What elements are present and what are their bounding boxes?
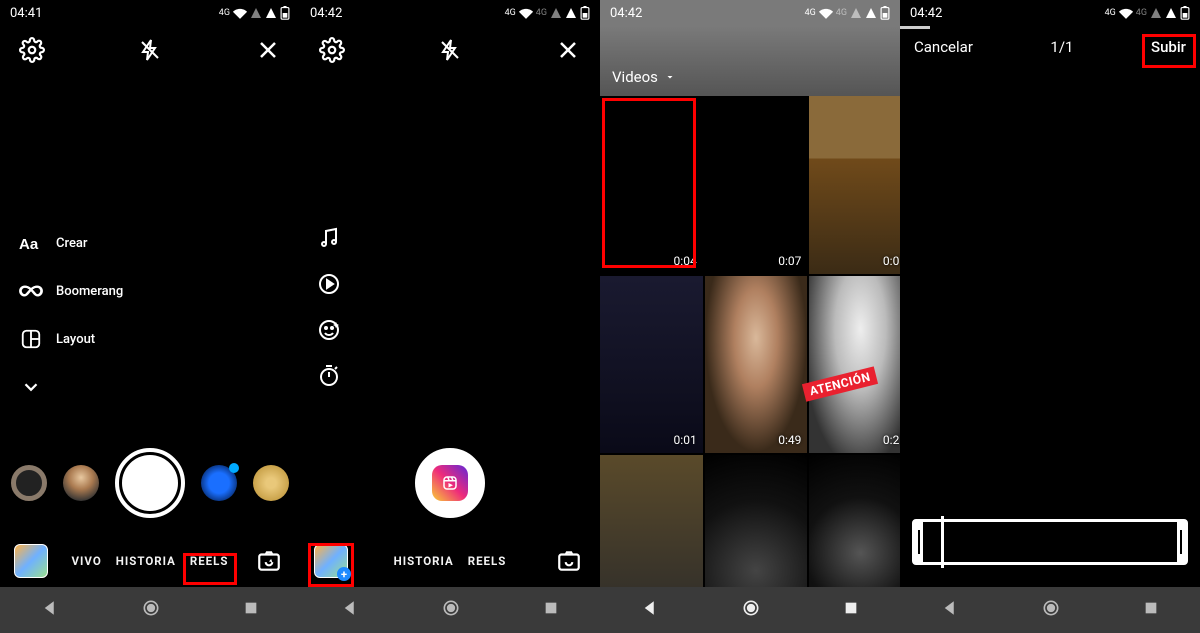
panel-camera-story: 04:41 4G Aa Crear Bo	[0, 0, 300, 633]
nav-recent-icon[interactable]	[543, 600, 559, 620]
highlight-reels	[183, 553, 237, 585]
video-thumb[interactable]: 0:49	[705, 276, 808, 454]
panel-gallery-picker: 04:42 4G 4G Videos 0:04 0:07 0:05 0:01 0…	[600, 0, 900, 633]
nav-home-icon[interactable]	[1041, 598, 1061, 622]
highlight-gallery	[308, 543, 354, 587]
playhead[interactable]	[941, 516, 944, 568]
nav-recent-icon[interactable]	[1143, 600, 1159, 620]
nav-back-icon[interactable]	[341, 599, 359, 621]
tool-create[interactable]: Aa Crear	[18, 230, 123, 256]
android-nav	[300, 587, 600, 633]
tool-expand[interactable]	[18, 374, 123, 400]
music-icon[interactable]	[316, 225, 342, 251]
nav-home-icon[interactable]	[741, 598, 761, 622]
chevron-down-icon	[18, 374, 44, 400]
tool-layout[interactable]: Layout	[18, 326, 123, 352]
tool-label: Boomerang	[56, 284, 123, 299]
android-nav	[600, 587, 900, 633]
atencion-label: ATENCIÓN	[802, 366, 878, 401]
flash-off-icon[interactable]	[436, 36, 464, 64]
caret-down-icon	[664, 71, 676, 83]
status-icons: 4G 4G	[505, 6, 590, 20]
status-icons: 4G 4G	[1105, 6, 1190, 20]
tool-label: Crear	[56, 236, 88, 251]
close-icon[interactable]	[254, 36, 282, 64]
folder-label: Videos	[612, 68, 658, 86]
text-aa-icon: Aa	[18, 230, 44, 256]
trim-handle-left[interactable]	[915, 522, 923, 562]
settings-icon[interactable]	[318, 36, 346, 64]
flash-off-icon[interactable]	[136, 36, 164, 64]
trim-handle-right[interactable]	[1177, 522, 1185, 562]
timer-icon[interactable]	[316, 363, 342, 389]
reels-icon	[432, 465, 468, 501]
video-thumb[interactable]: 0:01	[600, 276, 703, 454]
clock: 04:42	[910, 6, 942, 21]
nav-back-icon[interactable]	[941, 599, 959, 621]
nav-recent-icon[interactable]	[843, 600, 859, 620]
reels-shutter-button[interactable]	[415, 448, 485, 518]
cancel-button[interactable]: Cancelar	[914, 38, 973, 56]
panel-trim-upload: 04:42 4G 4G Cancelar 1/1 Subir	[900, 0, 1200, 633]
highlight-thumb	[602, 98, 696, 268]
android-nav	[900, 587, 1200, 633]
nav-home-icon[interactable]	[141, 598, 161, 622]
folder-dropdown[interactable]: Videos	[612, 68, 676, 86]
filter-avatar[interactable]	[63, 465, 99, 501]
speed-icon[interactable]	[316, 271, 342, 297]
tab-story[interactable]: HISTORIA	[394, 554, 454, 568]
layout-icon	[18, 326, 44, 352]
status-bar: 04:42 4G 4G	[900, 0, 1200, 26]
switch-camera-icon[interactable]	[252, 544, 286, 578]
status-bar: 04:42 4G 4G	[600, 0, 900, 26]
highlight-upload	[1142, 34, 1196, 68]
tool-label: Layout	[56, 332, 95, 347]
clip-counter: 1/1	[1050, 38, 1073, 56]
status-bar: 04:41 4G	[0, 0, 300, 26]
nav-back-icon[interactable]	[641, 599, 659, 621]
settings-icon[interactable]	[18, 36, 46, 64]
effects-icon[interactable]	[316, 317, 342, 343]
tab-reels[interactable]: REELS	[468, 554, 507, 568]
android-nav	[0, 587, 300, 633]
filter-thumb[interactable]	[11, 465, 47, 501]
clock: 04:41	[10, 6, 42, 21]
shutter-button[interactable]	[115, 448, 185, 518]
clock: 04:42	[310, 6, 342, 21]
effect-thumb[interactable]	[201, 465, 237, 501]
video-thumb[interactable]: 0:05	[809, 96, 900, 274]
effect-thumb-2[interactable]	[253, 465, 289, 501]
panel-camera-reels: 04:42 4G 4G	[300, 0, 600, 633]
upload-progress	[900, 26, 930, 29]
trim-bar[interactable]	[912, 519, 1188, 565]
nav-recent-icon[interactable]	[243, 600, 259, 620]
nav-back-icon[interactable]	[41, 599, 59, 621]
status-icons: 4G 4G	[805, 6, 890, 20]
clock: 04:42	[610, 6, 642, 21]
svg-text:Aa: Aa	[19, 236, 39, 253]
tab-story[interactable]: HISTORIA	[116, 554, 176, 568]
video-thumb[interactable]: 0:07	[705, 96, 808, 274]
nav-home-icon[interactable]	[441, 598, 461, 622]
close-icon[interactable]	[554, 36, 582, 64]
status-bar: 04:42 4G 4G	[300, 0, 600, 26]
camera-mode-tabs: HISTORIA REELS	[394, 554, 507, 568]
video-thumb[interactable]: ATENCIÓN 0:25	[809, 276, 900, 454]
tool-boomerang[interactable]: Boomerang	[18, 278, 123, 304]
infinity-icon	[18, 278, 44, 304]
tab-live[interactable]: VIVO	[72, 554, 102, 568]
gallery-thumb[interactable]	[14, 544, 48, 578]
status-icons: 4G	[219, 6, 290, 20]
switch-camera-icon[interactable]	[552, 544, 586, 578]
